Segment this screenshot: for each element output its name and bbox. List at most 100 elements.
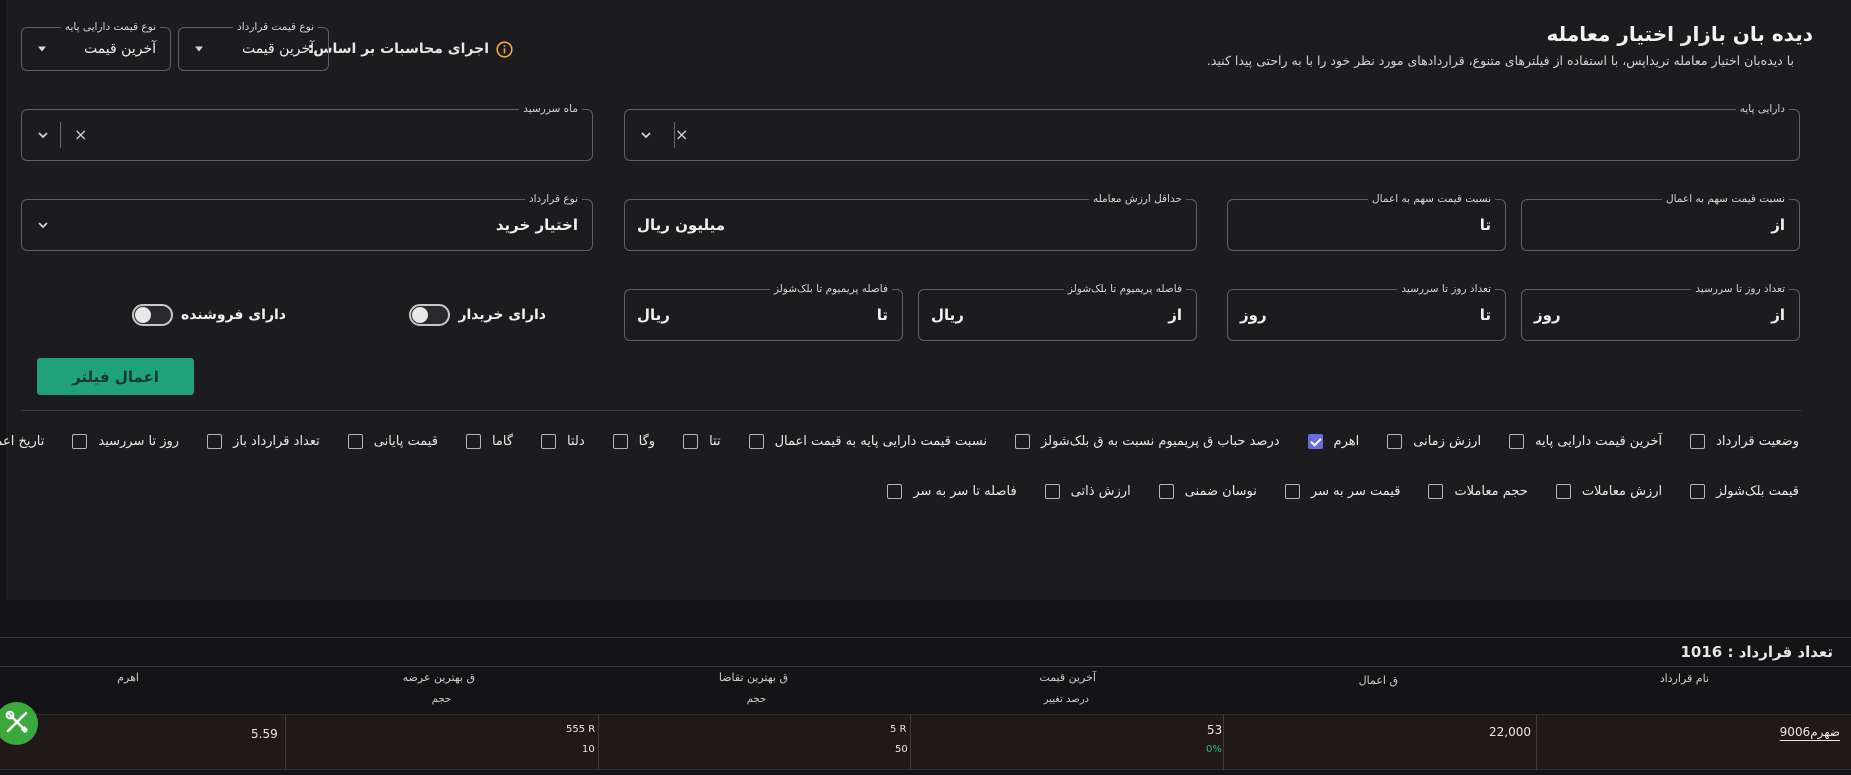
column-option-checkbox[interactable]: فاصله تا سر به سر: [887, 484, 1017, 499]
base-asset-legend: دارایی پایه: [1735, 102, 1789, 116]
chevron-down-icon[interactable]: [36, 218, 50, 232]
chevron-down-icon[interactable]: [36, 128, 50, 142]
column-option-checkbox[interactable]: آخرین قیمت دارایی پایه: [1509, 434, 1662, 449]
column-option-checkbox[interactable]: ارزش ذاتی: [1044, 484, 1131, 499]
column-option-checkbox[interactable]: نسبت قیمت دارایی پایه به قیمت اعمال: [748, 434, 987, 449]
has-seller-toggle[interactable]: دارای فروشنده: [132, 304, 286, 326]
col-header-best-ask[interactable]: ق بهترین عرضه: [403, 671, 475, 684]
expiry-month-select[interactable]: ماه سررسید ×: [21, 102, 593, 161]
checkbox-icon[interactable]: [1284, 484, 1300, 499]
checkbox-icon[interactable]: [347, 434, 363, 449]
days-from-input[interactable]: تعداد روز تا سررسید از روز: [1521, 282, 1800, 341]
column-option-checkbox[interactable]: ارزش زمانی: [1387, 434, 1481, 449]
base-asset-select[interactable]: دارایی پایه ×: [624, 102, 1800, 161]
checkbox-icon[interactable]: [887, 484, 903, 499]
col-header-best-bid[interactable]: ق بهترین تقاضا: [719, 671, 788, 684]
expiry-month-legend: ماه سررسید: [519, 102, 582, 116]
column-option-checkbox[interactable]: گاما: [465, 434, 514, 449]
ratio-from-input[interactable]: نسبت قیمت سهم به اعمال از: [1521, 192, 1800, 251]
checkbox-icon[interactable]: [1387, 434, 1403, 449]
checkbox-icon[interactable]: [465, 434, 481, 449]
checkbox-icon[interactable]: [207, 434, 223, 449]
toggle-switch[interactable]: [409, 304, 451, 326]
col-header-leverage[interactable]: اهرم: [117, 671, 139, 684]
premium-to-input[interactable]: فاصله پریمیوم تا بلک‌شولز تا ریال: [624, 282, 903, 341]
contract-name-link[interactable]: ضهرم9006: [1780, 725, 1840, 739]
apply-filter-button[interactable]: اعمال فیلتر: [37, 358, 194, 395]
checkbox-icon[interactable]: [1428, 484, 1444, 499]
premium-to-legend: فاصله پریمیوم تا بلک‌شولز: [769, 282, 892, 296]
close-icon[interactable]: ×: [675, 127, 688, 143]
column-option-checkbox[interactable]: اهرم: [1307, 434, 1359, 449]
column-option-checkbox[interactable]: وگا: [612, 434, 655, 449]
column-option-label: قیمت پایانی: [373, 434, 438, 449]
column-option-checkbox[interactable]: تتا: [683, 434, 721, 449]
column-option-checkbox[interactable]: تعداد قرارداد باز: [207, 434, 320, 449]
checkbox-icon[interactable]: [72, 434, 88, 449]
toggle-knob: [135, 307, 152, 323]
checkbox-icon[interactable]: [1555, 484, 1571, 499]
column-option-checkbox[interactable]: قیمت سر به سر: [1284, 484, 1400, 499]
ratio-from-legend: نسبت قیمت سهم به اعمال: [1662, 192, 1789, 206]
close-icon[interactable]: ×: [74, 127, 87, 143]
cell-divider: [910, 714, 911, 770]
column-option-checkbox[interactable]: حجم معاملات: [1428, 484, 1528, 499]
column-option-label: آخرین قیمت دارایی پایه: [1535, 434, 1663, 449]
checkbox-icon[interactable]: [1690, 484, 1706, 499]
cell-divider: [285, 714, 286, 770]
column-option-checkbox[interactable]: نوسان ضمنی: [1158, 484, 1257, 499]
table-row[interactable]: [0, 714, 1851, 770]
checkbox-icon[interactable]: [748, 434, 764, 449]
contract-count: تعداد قرارداد : 1016: [1680, 643, 1834, 661]
column-option-checkbox[interactable]: قیمت پایانی: [347, 434, 438, 449]
base-price-type-legend: نوع قیمت دارایی پایه: [60, 20, 160, 34]
column-option-checkbox[interactable]: وضعیت قرارداد: [1690, 434, 1799, 449]
min-trade-value-input[interactable]: حداقل ارزش معامله میلیون ریال: [624, 192, 1197, 251]
has-buyer-label: دارای خریدار: [458, 307, 546, 323]
col-header-bid-volume[interactable]: حجم: [747, 694, 766, 705]
ratio-to-input[interactable]: نسبت قیمت سهم به اعمال تا: [1227, 192, 1506, 251]
col-header-name[interactable]: نام قرارداد: [1660, 672, 1709, 685]
last-price-cell: 53: [1207, 723, 1223, 737]
checkbox-icon[interactable]: [612, 434, 628, 449]
checkbox-icon[interactable]: [1158, 484, 1174, 499]
days-to-legend: تعداد روز تا سررسید: [1397, 282, 1495, 296]
premium-to-value: تا: [876, 306, 888, 324]
col-header-strike[interactable]: ق اعمال: [1359, 674, 1398, 687]
col-header-ask-volume[interactable]: حجم: [432, 694, 451, 705]
column-option-checkbox[interactable]: قیمت بلک‌شولز: [1690, 484, 1799, 499]
toggle-switch[interactable]: [132, 304, 174, 326]
base-price-type-select[interactable]: نوع قیمت دارایی پایه آخرین قیمت: [21, 20, 171, 71]
info-icon[interactable]: [496, 41, 513, 62]
column-option-label: گاما: [491, 434, 514, 449]
checkbox-icon[interactable]: [1690, 434, 1706, 449]
checkbox-icon[interactable]: [1509, 434, 1525, 449]
column-options-row-2: قیمت بلک‌شولز ارزش معاملات حجم معاملات قیمت…: [46, 484, 1799, 499]
column-option-label: نسبت قیمت دارایی پایه به قیمت اعمال: [774, 434, 987, 449]
contract-price-type-select[interactable]: نوع قیمت قرارداد آخرین قیمت: [178, 20, 329, 71]
column-option-checkbox[interactable]: دلتا: [541, 434, 585, 449]
checkbox-icon[interactable]: [1044, 484, 1060, 499]
column-option-checkbox[interactable]: تاریخ اعمال: [0, 434, 44, 449]
column-option-checkbox[interactable]: ارزش معاملات: [1555, 484, 1662, 499]
checkbox-icon[interactable]: [683, 434, 699, 449]
checkbox-icon[interactable]: [541, 434, 557, 449]
column-option-label: تتا: [709, 434, 721, 449]
days-to-input[interactable]: تعداد روز تا سررسید تا روز: [1227, 282, 1506, 341]
column-option-checkbox[interactable]: روز تا سررسید: [72, 434, 179, 449]
premium-from-value: از: [1168, 306, 1182, 324]
caret-down-icon: [195, 46, 203, 52]
checkbox-icon[interactable]: [1014, 434, 1030, 449]
checkbox-checked-icon[interactable]: [1307, 434, 1323, 449]
col-header-last-price[interactable]: آخرین قیمت: [1039, 671, 1096, 684]
col-header-change-pct[interactable]: درصد تغییر: [1044, 694, 1089, 705]
days-from-value: از: [1771, 306, 1785, 324]
contract-type-select[interactable]: نوع قرارداد اختیار خرید: [21, 192, 593, 251]
column-option-checkbox[interactable]: درصد حباب ق پریمیوم نسبت به ق بلک‌شولز: [1014, 434, 1280, 449]
ratio-to-legend: نسبت قیمت سهم به اعمال: [1368, 192, 1495, 206]
has-buyer-toggle[interactable]: دارای خریدار: [409, 304, 546, 326]
column-option-label: تعداد قرارداد باز: [233, 434, 320, 449]
premium-from-input[interactable]: فاصله پریمیوم تا بلک‌شولز از ریال: [918, 282, 1197, 341]
chevron-down-icon[interactable]: [639, 128, 653, 142]
contract-type-legend: نوع قرارداد: [524, 192, 582, 206]
